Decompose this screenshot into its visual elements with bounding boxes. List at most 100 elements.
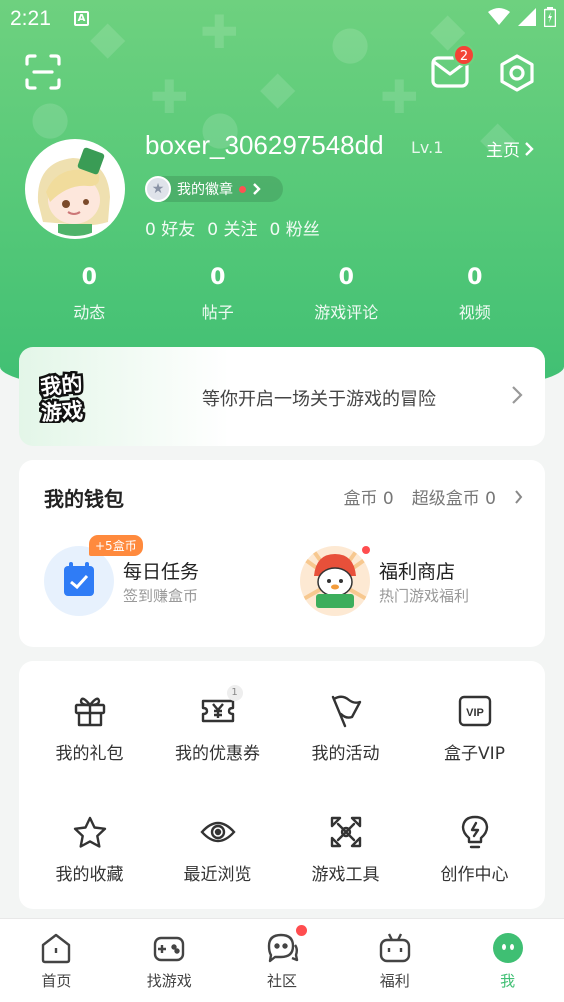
tab-label: 福利 <box>379 972 410 990</box>
grid-label: 盒子VIP <box>444 744 505 764</box>
wifi-icon <box>488 8 510 25</box>
daily-task-subtitle: 签到赚盒币 <box>123 587 199 605</box>
grid-my-coupons[interactable]: 1 我的优惠券 <box>152 685 283 764</box>
flag-icon <box>331 695 361 728</box>
signal-icon <box>518 8 536 26</box>
feature-grid: 我的礼包 1 我的优惠券 我的活动 VIP 盒子VIP 我的收藏 最近浏览 游戏… <box>19 661 545 909</box>
stat-label: 动态 <box>73 303 106 322</box>
coin-balance: 盒币 0 <box>343 489 394 509</box>
following-count[interactable]: 0 关注 <box>207 215 257 240</box>
star-icon <box>73 816 106 848</box>
daily-task-title: 每日任务 <box>123 561 200 583</box>
stat-videos[interactable]: 0 视频 <box>411 265 540 323</box>
community-new-dot <box>295 925 307 936</box>
my-medals-button[interactable]: ★ 我的徽章 <box>145 176 283 202</box>
chat-icon <box>267 933 299 963</box>
chevron-right-icon <box>525 141 534 156</box>
stat-posts-feed[interactable]: 0 动态 <box>25 265 154 323</box>
welfare-shop-icon-bg <box>300 546 370 616</box>
messages-button[interactable]: 2 <box>430 44 475 93</box>
fans-count[interactable]: 0 粉丝 <box>269 215 319 240</box>
tab-label: 首页 <box>41 972 72 990</box>
tools-icon <box>330 816 361 848</box>
anime-avatar-image <box>28 142 122 236</box>
svg-text:游戏: 游戏 <box>40 398 84 423</box>
stat-game-reviews[interactable]: 0 游戏评论 <box>282 265 411 323</box>
grid-my-gifts[interactable]: 我的礼包 <box>24 693 155 764</box>
stat-value: 0 <box>338 265 354 290</box>
wallet-card: 我的钱包 盒币 0 超级盒币 0 每日任务 签到赚盒币 +5盒币 福利商店 热门… <box>19 460 545 647</box>
welfare-shop-title: 福利商店 <box>379 561 456 583</box>
gamepad-icon <box>153 936 185 962</box>
stat-label: 游戏评论 <box>314 303 379 322</box>
svg-text:VIP: VIP <box>466 707 484 719</box>
tab-label: 找游戏 <box>146 972 192 990</box>
my-games-prompt: 等你开启一场关于游戏的冒险 <box>202 389 436 410</box>
daily-task-button[interactable]: 每日任务 签到赚盒币 <box>44 546 264 616</box>
chevron-right-icon <box>253 183 261 195</box>
grid-label: 我的优惠券 <box>175 744 260 764</box>
friends-count[interactable]: 0 好友 <box>145 215 195 240</box>
tab-welfare[interactable]: 福利 <box>338 919 451 1002</box>
medal-star-icon: ★ <box>145 176 171 202</box>
avatar[interactable] <box>25 139 125 239</box>
my-games-card[interactable]: 我的 游戏 等你开启一场关于游戏的冒险 <box>19 347 545 446</box>
super-coin-balance: 超级盒币 0 <box>411 489 496 509</box>
message-count-badge: 2 <box>453 44 475 66</box>
grid-game-tools[interactable]: 游戏工具 <box>280 814 411 885</box>
grid-label: 我的活动 <box>311 744 380 764</box>
battery-icon <box>544 7 556 27</box>
welfare-shop-button[interactable]: 福利商店 热门游戏福利 <box>300 546 530 616</box>
tab-me[interactable]: 我 <box>451 919 564 1002</box>
bottom-tab-bar: 首页 找游戏 社区 福利 我 <box>0 918 564 1002</box>
wallet-balances[interactable]: 盒币 0 超级盒币 0 <box>344 484 523 509</box>
stat-value: 0 <box>210 265 226 290</box>
tab-find-games[interactable]: 找游戏 <box>113 919 226 1002</box>
mascot-shop-icon <box>300 546 370 608</box>
wallet-title: 我的钱包 <box>44 487 124 511</box>
homepage-link[interactable]: 主页 <box>486 136 534 161</box>
gift-icon <box>74 697 105 727</box>
eye-icon <box>199 821 236 843</box>
tab-label: 我 <box>500 972 516 990</box>
bulb-icon <box>461 815 488 849</box>
tab-label: 社区 <box>266 972 297 990</box>
grid-my-activities[interactable]: 我的活动 <box>280 693 411 764</box>
grid-box-vip[interactable]: VIP 盒子VIP <box>409 693 540 764</box>
grid-my-favorites[interactable]: 我的收藏 <box>24 814 155 885</box>
me-icon <box>492 933 523 963</box>
grid-recent-views[interactable]: 最近浏览 <box>152 814 283 885</box>
stat-threads[interactable]: 0 帖子 <box>154 265 283 323</box>
status-time: 2:21 <box>10 7 51 30</box>
chevron-right-icon <box>515 489 523 504</box>
stat-label: 帖子 <box>201 303 234 322</box>
grid-label: 创作中心 <box>440 865 509 885</box>
tab-community[interactable]: 社区 <box>226 919 339 1002</box>
social-counts: 0 好友 0 关注 0 粉丝 <box>145 215 320 240</box>
settings-icon <box>500 54 534 92</box>
stat-value: 0 <box>467 265 483 290</box>
username: boxer_306297548dd <box>145 130 384 160</box>
calendar-check-icon <box>64 562 94 596</box>
daily-task-icon-bg <box>44 546 114 616</box>
homepage-label: 主页 <box>486 141 520 161</box>
settings-button[interactable] <box>497 53 537 93</box>
grid-creator-center[interactable]: 创作中心 <box>409 814 540 885</box>
stat-value: 0 <box>81 265 97 290</box>
chevron-right-icon <box>512 386 523 404</box>
shop-new-dot <box>362 546 370 554</box>
new-medal-dot <box>239 185 246 193</box>
coupon-count-badge: 1 <box>226 685 243 701</box>
grid-label: 我的收藏 <box>55 865 124 885</box>
welfare-shop-subtitle: 热门游戏福利 <box>379 587 470 605</box>
scan-button[interactable] <box>24 53 64 93</box>
svg-text:我的: 我的 <box>39 372 83 400</box>
scan-icon <box>25 54 61 90</box>
coin-reward-badge: +5盒币 <box>89 535 143 556</box>
grid-label: 最近浏览 <box>183 865 252 885</box>
medal-label: 我的徽章 <box>177 182 233 198</box>
tab-home[interactable]: 首页 <box>0 919 113 1002</box>
my-games-logo-icon: 我的 游戏 <box>39 371 86 423</box>
stat-label: 视频 <box>458 303 491 322</box>
home-icon <box>42 933 71 964</box>
